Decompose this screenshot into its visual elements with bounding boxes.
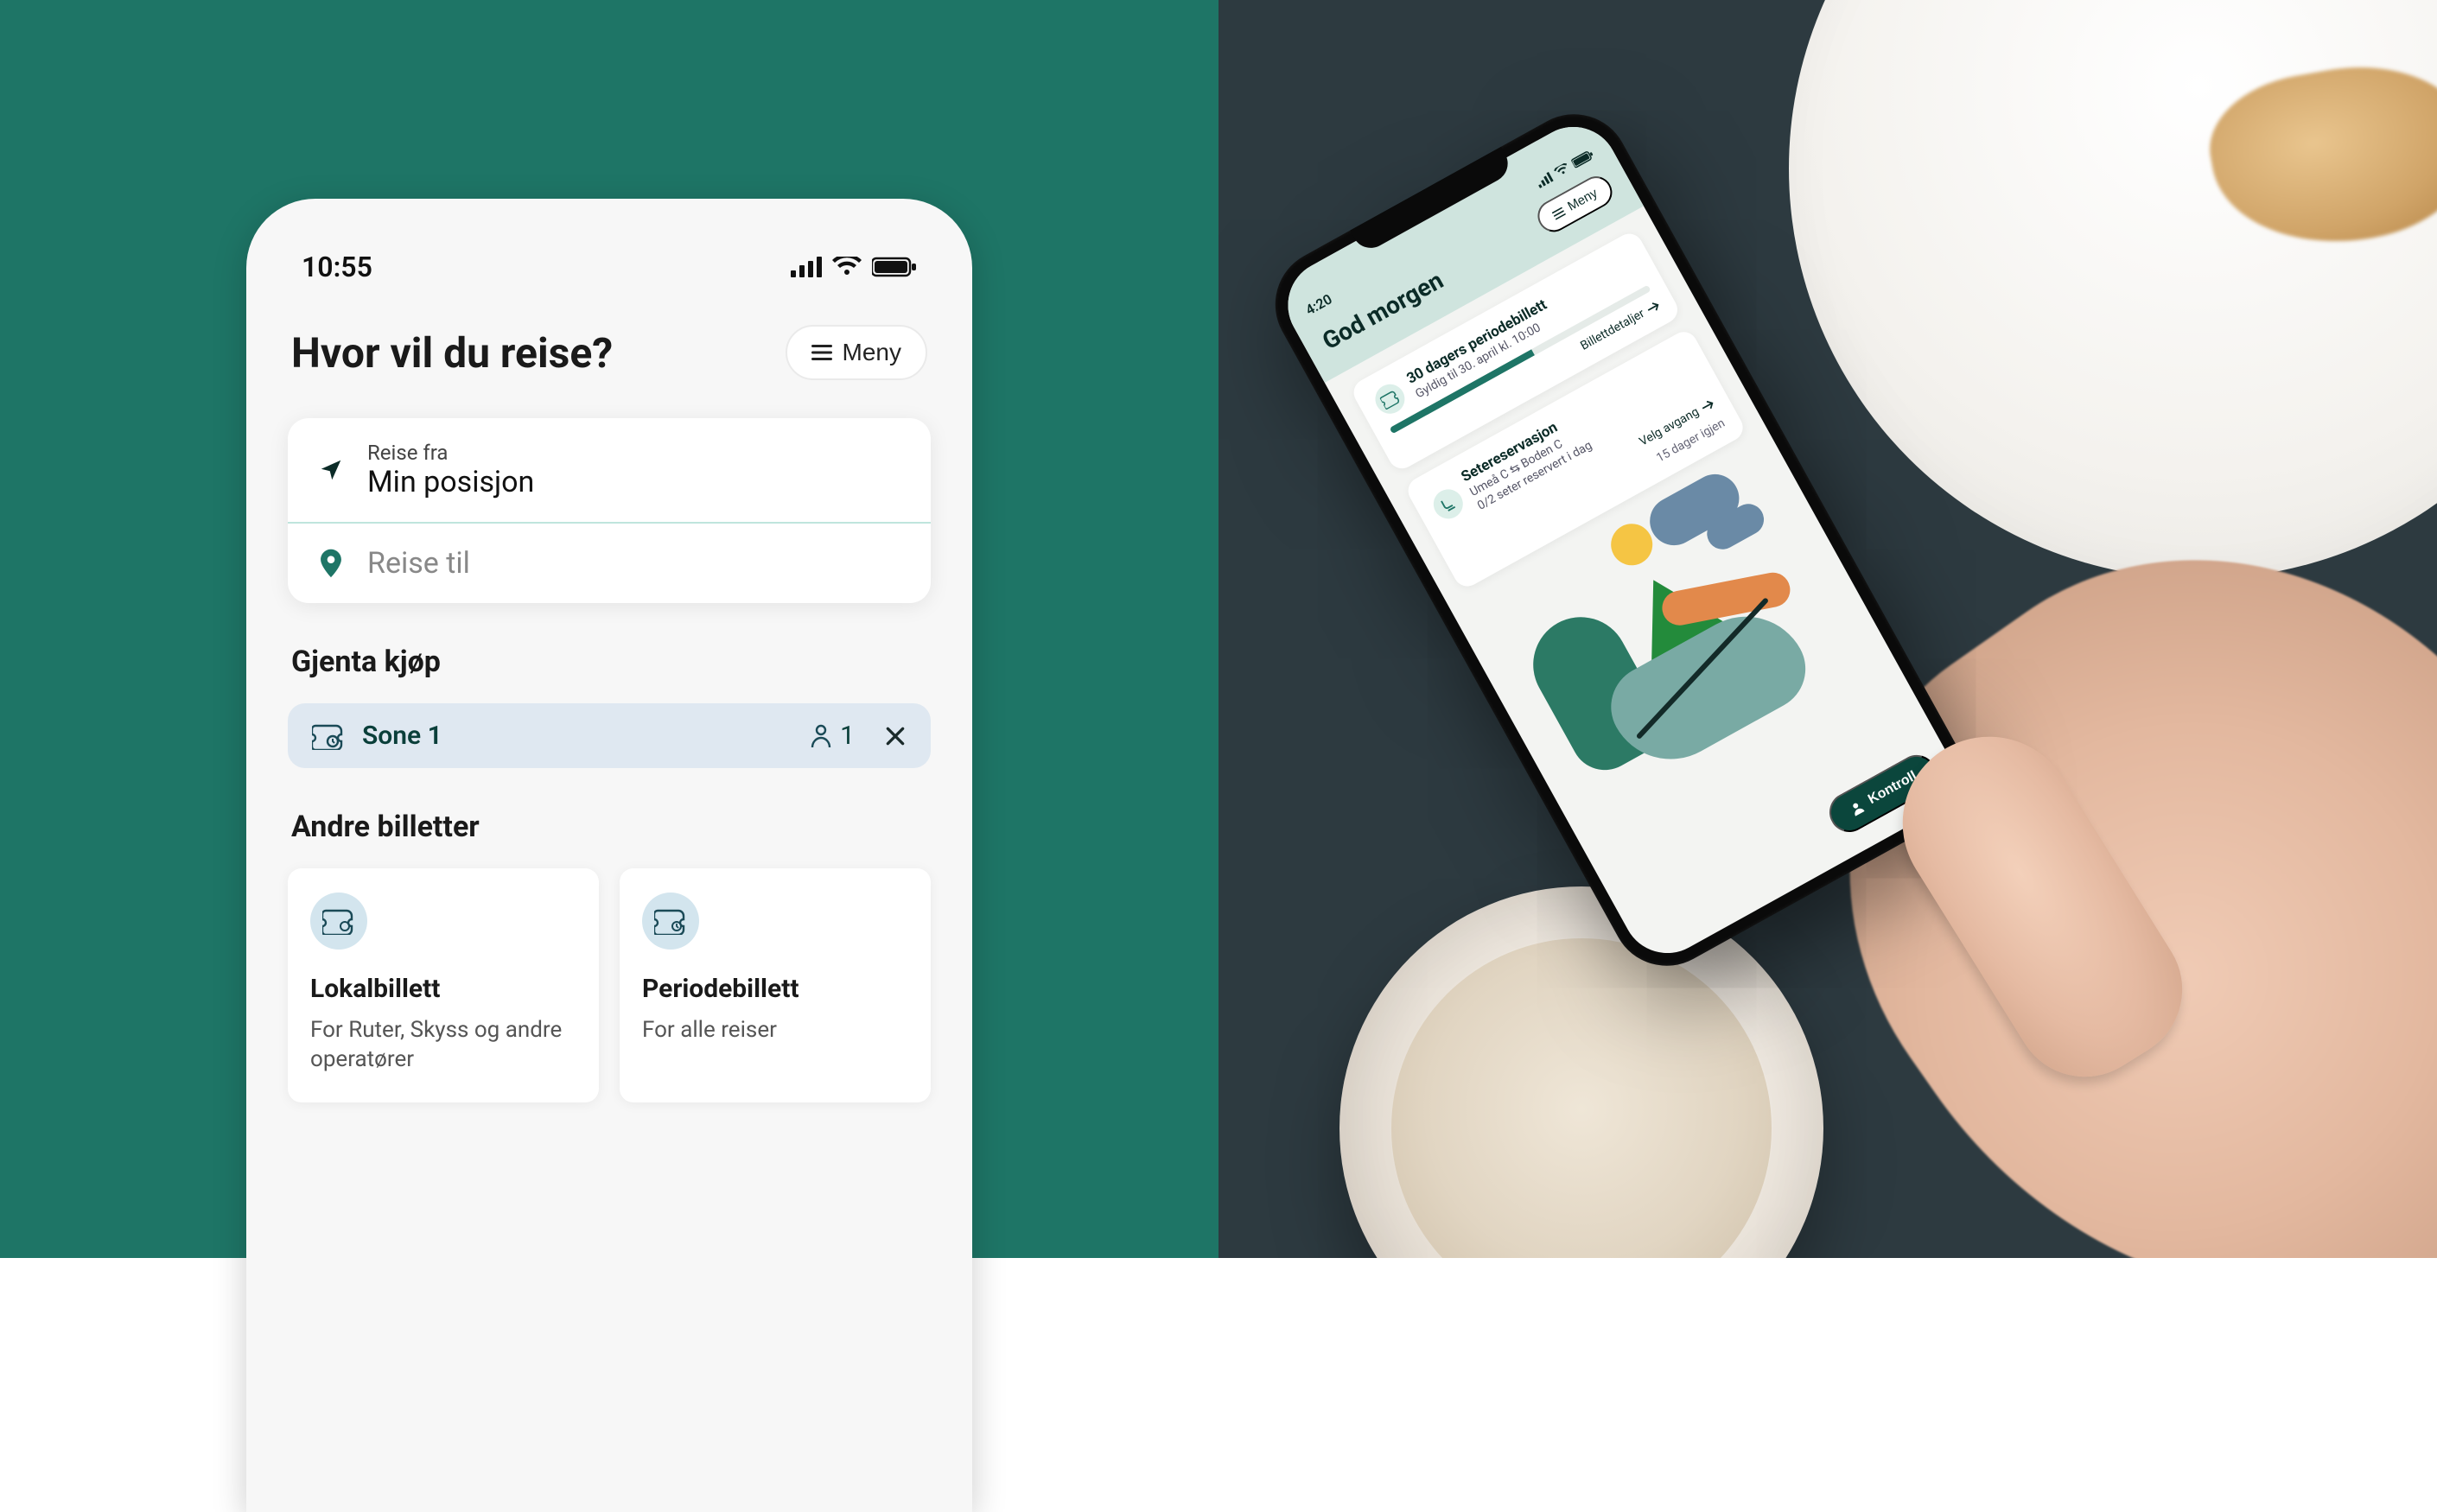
- ticket-title: Lokalbillett: [310, 974, 576, 1004]
- ticket-title: Periodebillett: [642, 974, 908, 1004]
- wifi-icon: [832, 257, 862, 277]
- period-ticket-icon: [642, 893, 699, 950]
- arrow-right-icon: [1645, 300, 1661, 314]
- left-panel: 10:55 Hvor vil du reise? Meny Reise f: [0, 0, 1218, 1258]
- ticket-card-period[interactable]: Periodebillett For alle reiser: [620, 868, 931, 1102]
- battery-icon: [1570, 149, 1595, 168]
- seat-icon: [1428, 484, 1468, 524]
- inspector-icon: [1846, 797, 1867, 818]
- right-panel: 4:20 God morgen Meny: [1218, 0, 2437, 1258]
- ticket-icon: [1370, 379, 1409, 419]
- journey-card: Reise fra Min posisjon Reise til: [288, 418, 931, 603]
- photo-background: 4:20 God morgen Meny: [1218, 0, 2437, 1258]
- menu-label: Meny: [843, 339, 901, 366]
- person-icon: [811, 724, 831, 748]
- statusbar: 10:55: [288, 251, 931, 308]
- ticket-icon: [312, 722, 345, 750]
- ticket-card-local[interactable]: Lokalbillett For Ruter, Skyss og andre o…: [288, 868, 599, 1102]
- menu-button[interactable]: Meny: [786, 325, 927, 380]
- hamburger-icon: [811, 345, 832, 360]
- coffee-cup-prop: [1339, 886, 1823, 1258]
- battery-icon: [872, 257, 917, 277]
- status-time: 10:55: [302, 251, 372, 283]
- repeat-purchase-chip[interactable]: Sone 1 1: [288, 703, 931, 768]
- wifi-icon: [1553, 162, 1571, 178]
- journey-to-placeholder: Reise til: [367, 546, 470, 581]
- arrow-right-icon: [1700, 398, 1715, 413]
- card-link-label: Billettdetaljer: [1578, 307, 1646, 353]
- passenger-count-value: 1: [840, 721, 855, 751]
- passenger-count: 1: [811, 721, 855, 751]
- phone-mockup-left: 10:55 Hvor vil du reise? Meny Reise f: [246, 199, 972, 1512]
- ticket-grid: Lokalbillett For Ruter, Skyss og andre o…: [288, 868, 931, 1102]
- repeat-section-title: Gjenta kjøp: [291, 645, 927, 679]
- map-pin-icon: [320, 549, 342, 578]
- cellular-icon: [1535, 171, 1554, 187]
- journey-from-value: Min posisjon: [367, 465, 534, 499]
- menu-label: Meny: [1565, 186, 1600, 214]
- other-tickets-title: Andre billetter: [291, 810, 927, 844]
- ticket-desc: For Ruter, Skyss og andre operatører: [310, 1016, 576, 1075]
- location-arrow-icon: [318, 457, 344, 483]
- journey-from-row[interactable]: Reise fra Min posisjon: [288, 418, 931, 524]
- journey-to-row[interactable]: Reise til: [288, 524, 931, 603]
- journey-from-label: Reise fra: [367, 441, 534, 465]
- hamburger-icon: [1551, 206, 1566, 220]
- local-ticket-icon: [310, 893, 367, 950]
- heading-row: Hvor vil du reise? Meny: [288, 308, 931, 418]
- status-icons: [791, 257, 917, 277]
- page-title: Hvor vil du reise?: [291, 328, 613, 378]
- ticket-desc: For alle reiser: [642, 1016, 908, 1045]
- repeat-zone-label: Sone 1: [362, 721, 442, 751]
- status-time: 4:20: [1303, 291, 1335, 319]
- cellular-icon: [791, 257, 822, 277]
- close-icon[interactable]: [884, 725, 907, 747]
